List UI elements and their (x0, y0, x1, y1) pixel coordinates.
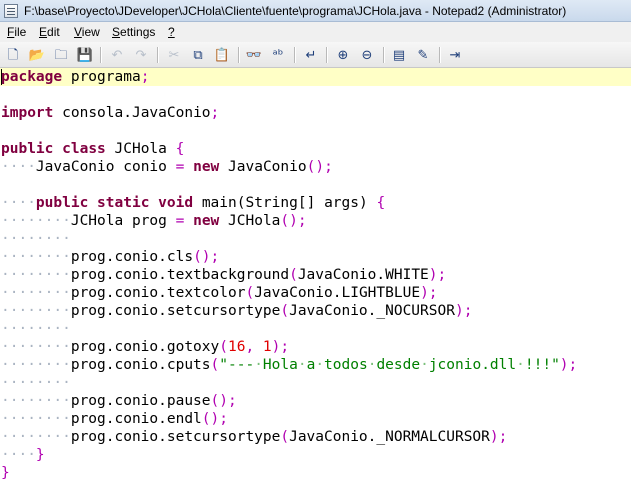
code-line-11: ········prog.conio.cls(); (1, 249, 220, 265)
menu-help[interactable]: ? (168, 25, 175, 39)
paste-icon[interactable]: 📋 (213, 46, 231, 64)
code-editor[interactable]: package programa; import consola.JavaCon… (0, 68, 631, 495)
code-line-17: ········prog.conio.cputs("---·Hola·a·tod… (1, 357, 578, 373)
toolbar: 🗋 📂 🗀 💾 ↶ ↷ ✂ ⧉ 📋 👓 ᵃᵇ ↵ ⊕ ⊖ ▤ ✎ ⇥ (0, 42, 631, 68)
menu-view[interactable]: View (74, 25, 100, 39)
menu-bar: File Edit View Settings ? (0, 22, 631, 42)
code-line-6: ····JavaConio conio = new JavaConio(); (1, 159, 333, 175)
toolbar-separator (100, 47, 101, 63)
zoom-out-icon[interactable]: ⊖ (358, 46, 376, 64)
toolbar-separator (157, 47, 158, 63)
toolbar-separator (238, 47, 239, 63)
toolbar-separator (294, 47, 295, 63)
code-line-8: ····public static void main(String[] arg… (1, 195, 386, 211)
exit-icon[interactable]: ⇥ (446, 46, 464, 64)
menu-settings[interactable]: Settings (112, 25, 155, 39)
cut-icon[interactable]: ✂ (165, 46, 183, 64)
open-folder-icon[interactable]: 📂 (28, 46, 46, 64)
find-icon[interactable]: 👓 (245, 46, 263, 64)
code-line-14: ········prog.conio.setcursortype(JavaCon… (1, 303, 473, 319)
text-caret (1, 69, 2, 85)
new-file-icon[interactable]: 🗋 (4, 46, 22, 64)
browse-folder-icon[interactable]: 🗀 (52, 46, 70, 64)
code-line-23: } (1, 465, 10, 481)
copy-icon[interactable]: ⧉ (189, 46, 207, 64)
code-line-16: ········prog.conio.gotoxy(16, 1); (1, 339, 290, 355)
code-line-9: ········JCHola prog = new JCHola(); (1, 213, 307, 229)
code-line-10: ········ (1, 231, 71, 247)
replace-icon[interactable]: ᵃᵇ (269, 46, 287, 64)
notepad-app-icon[interactable] (4, 4, 18, 18)
code-line-15: ········ (1, 321, 71, 337)
toolbar-separator (383, 47, 384, 63)
code-line-22: ····} (1, 447, 45, 463)
code-line-12: ········prog.conio.textbackground(JavaCo… (1, 267, 447, 283)
toolbar-separator (326, 47, 327, 63)
window-title: F:\base\Proyecto\JDeveloper\JCHola\Clien… (24, 4, 567, 18)
code-line-1: package programa; (1, 69, 150, 85)
code-line-20: ········prog.conio.endl(); (1, 411, 228, 427)
code-line-19: ········prog.conio.pause(); (1, 393, 237, 409)
undo-icon[interactable]: ↶ (108, 46, 126, 64)
code-line-21: ········prog.conio.setcursortype(JavaCon… (1, 429, 508, 445)
save-icon[interactable]: 💾 (76, 46, 94, 64)
scheme-icon[interactable]: ▤ (390, 46, 408, 64)
code-line-13: ········prog.conio.textcolor(JavaConio.L… (1, 285, 438, 301)
toolbar-separator (439, 47, 440, 63)
title-bar[interactable]: F:\base\Proyecto\JDeveloper\JCHola\Clien… (0, 0, 631, 22)
customize-scheme-icon[interactable]: ✎ (414, 46, 432, 64)
word-wrap-icon[interactable]: ↵ (302, 46, 320, 64)
menu-edit[interactable]: Edit (39, 25, 60, 39)
menu-file[interactable]: File (7, 25, 26, 39)
zoom-in-icon[interactable]: ⊕ (334, 46, 352, 64)
code-line-3: import consola.JavaConio; (1, 105, 220, 121)
code-line-18: ········ (1, 375, 71, 391)
redo-icon[interactable]: ↷ (132, 46, 150, 64)
code-line-5: public class JCHola { (1, 141, 185, 157)
